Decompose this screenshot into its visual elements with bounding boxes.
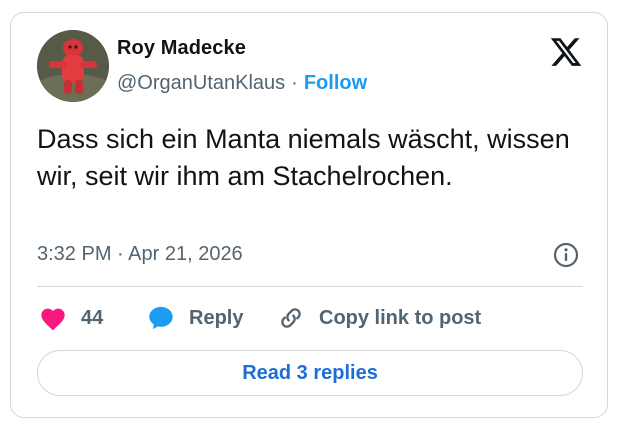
copy-link-button[interactable]: Copy link to post bbox=[277, 303, 481, 333]
follow-button[interactable]: Follow bbox=[304, 72, 367, 94]
author-handle-row: @OrganUtanKlaus · Follow bbox=[117, 72, 367, 95]
author-display-name[interactable]: Roy Madecke bbox=[117, 37, 246, 60]
reply-bubble-icon bbox=[149, 306, 173, 330]
like-button[interactable]: 44 bbox=[39, 303, 103, 333]
reply-label: Reply bbox=[189, 306, 244, 329]
tweet-card: Roy Madecke @OrganUtanKlaus · Follow Dass … bbox=[10, 12, 608, 418]
link-icon bbox=[281, 308, 301, 328]
reply-button[interactable]: Reply bbox=[147, 303, 243, 333]
copy-link-label: Copy link to post bbox=[319, 306, 482, 329]
read-replies-button[interactable]: Read 3 replies bbox=[37, 350, 583, 396]
info-icon[interactable] bbox=[553, 242, 579, 268]
separator-dot: · bbox=[291, 72, 298, 94]
heart-icon bbox=[41, 308, 65, 331]
author-handle[interactable]: @OrganUtanKlaus bbox=[117, 72, 285, 94]
red-plush-toy-avatar bbox=[37, 30, 109, 102]
like-count: 44 bbox=[81, 306, 104, 329]
avatar[interactable] bbox=[37, 30, 109, 102]
divider bbox=[37, 286, 583, 287]
x-logo-icon[interactable] bbox=[549, 35, 583, 69]
tweet-timestamp[interactable]: 3:32 PM · Apr 21, 2026 bbox=[37, 243, 243, 266]
tweet-text: Dass sich ein Manta niemals wäscht, wiss… bbox=[37, 124, 570, 191]
read-replies-label: Read 3 replies bbox=[242, 361, 378, 384]
